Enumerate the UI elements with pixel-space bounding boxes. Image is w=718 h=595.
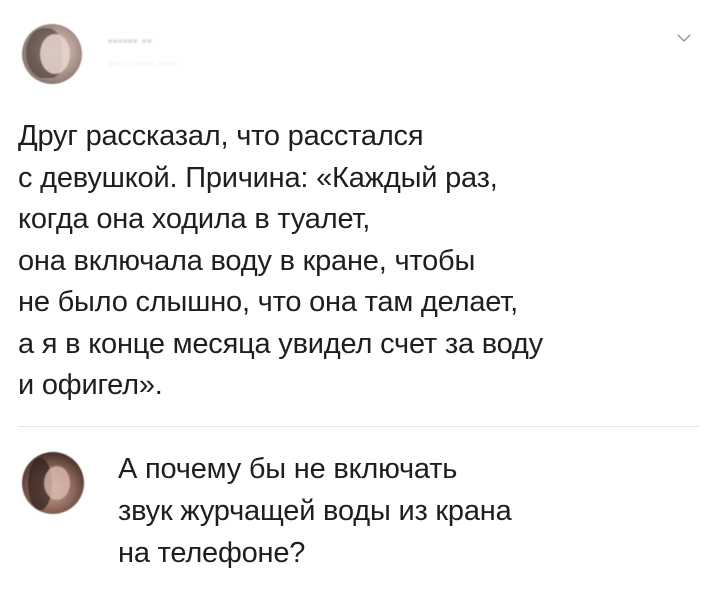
reply-text: А почему бы не включать звук журчащей во…: [118, 448, 698, 574]
tweet-text-line: с девушкой. Причина: «Каждый раз,: [18, 161, 498, 194]
avatar-face-shape: [40, 34, 70, 74]
tweet-text-line: она включала воду в кране, чтобы: [18, 244, 476, 277]
divider: [18, 426, 700, 427]
tweet-text-line: и офигел».: [18, 369, 163, 401]
tweet-header: ······ ·· ···· ····· ····: [0, 0, 718, 110]
tweet-text-line: Друг рассказал, что расстался: [18, 120, 424, 152]
avatar-face-shape: [44, 466, 70, 500]
tweet-text-line: когда она ходила в туалет,: [18, 203, 371, 235]
reply-text-line: на телефоне?: [118, 537, 306, 569]
tweet-text-line: а я в конце месяца увидел счет за воду: [18, 327, 543, 360]
tweet-text-line: не было слышно, что она там делает,: [18, 286, 518, 318]
author-avatar[interactable]: [22, 24, 82, 84]
reply-avatar[interactable]: [22, 452, 84, 514]
chevron-down-icon[interactable]: [676, 30, 692, 46]
reply-text-line: А почему бы не включать: [118, 453, 458, 485]
author-handle[interactable]: ···· ····· ····: [108, 58, 177, 70]
author-name[interactable]: ······ ··: [108, 34, 152, 48]
tweet-text: Друг рассказал, что расстался с девушкой…: [18, 116, 698, 407]
reply-text-line: звук журчащей воды из крана: [118, 495, 512, 527]
